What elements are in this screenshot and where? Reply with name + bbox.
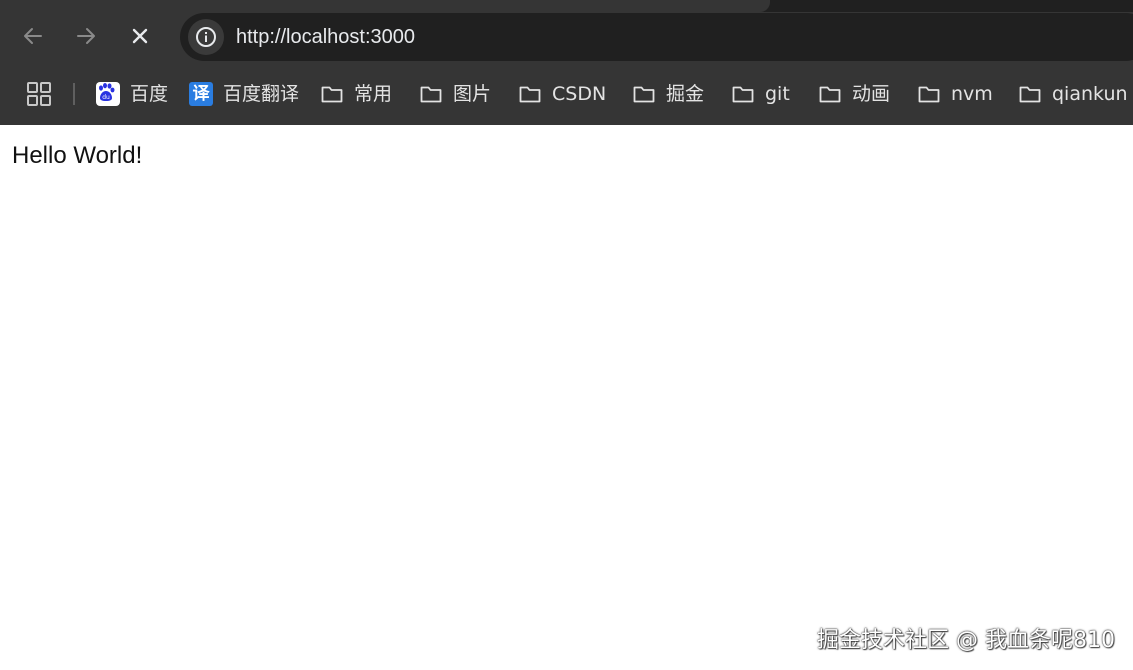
bookmark-folder-csdn[interactable]: CSDN (518, 78, 606, 110)
bookmark-label: 常用 (354, 83, 393, 105)
bookmark-folder-git[interactable]: git (731, 78, 790, 110)
bookmark-label: 图片 (453, 83, 492, 105)
arrow-left-icon (24, 28, 42, 44)
baidu-translate-favicon: 译 (189, 82, 213, 106)
folder-icon (321, 86, 343, 103)
folder-icon (1019, 86, 1041, 103)
bookmark-label: 动画 (852, 83, 891, 105)
folder-icon (819, 86, 841, 103)
bookmark-folder-changyong[interactable]: 常用 (320, 78, 392, 110)
bookmark-folder-nvm[interactable]: nvm (917, 78, 993, 110)
watermark: 掘金技术社区 @ 我血条呢810 (817, 628, 1115, 653)
bookmarks-bar: du 百度 译 百度翻译 常用 图片 CSDN 掘金 git 动画 nvm qi… (0, 64, 1133, 125)
folder-icon (519, 86, 541, 103)
bookmarks-separator (73, 83, 75, 105)
bookmark-baidu[interactable]: du 百度 (96, 78, 168, 110)
baidu-favicon: du (96, 82, 120, 106)
bookmark-label: nvm (951, 83, 993, 105)
back-button[interactable] (15, 18, 51, 54)
stop-loading-button[interactable] (122, 18, 158, 54)
folder-icon (633, 86, 655, 103)
site-info-button[interactable] (188, 19, 224, 55)
bookmark-label: CSDN (552, 83, 607, 105)
bookmark-label: 百度 (130, 83, 169, 105)
bookmark-label: 百度翻译 (223, 83, 300, 105)
bookmark-label: qiankun (1052, 83, 1128, 105)
bookmark-folder-juejin[interactable]: 掘金 (632, 78, 704, 110)
svg-text:du: du (102, 94, 110, 101)
tab-strip (0, 0, 1133, 12)
close-icon (132, 28, 148, 44)
arrow-right-icon (77, 28, 95, 44)
page-body-text: Hello World! (12, 142, 143, 169)
bookmark-label: 掘金 (666, 83, 705, 105)
bookmark-baidu-translate[interactable]: 译 百度翻译 (189, 78, 299, 110)
browser-toolbar: http://localhost:3000 (0, 12, 1133, 64)
url-text[interactable]: http://localhost:3000 (236, 24, 415, 50)
forward-button[interactable] (68, 18, 104, 54)
bookmark-folder-tupian[interactable]: 图片 (419, 78, 491, 110)
info-icon (196, 27, 216, 47)
browser-chrome: http://localhost:3000 du 百度 译 百度翻译 常用 图片… (0, 0, 1133, 125)
active-tab-edge[interactable] (0, 0, 770, 12)
folder-icon (918, 86, 940, 103)
bookmark-folder-donghua[interactable]: 动画 (818, 78, 890, 110)
bookmark-folder-qiankun[interactable]: qiankun (1018, 78, 1128, 110)
bookmark-label: git (765, 83, 790, 105)
apps-grid-icon[interactable] (26, 81, 52, 107)
folder-icon (732, 86, 754, 103)
address-bar[interactable]: http://localhost:3000 (180, 13, 1133, 61)
folder-icon (420, 86, 442, 103)
